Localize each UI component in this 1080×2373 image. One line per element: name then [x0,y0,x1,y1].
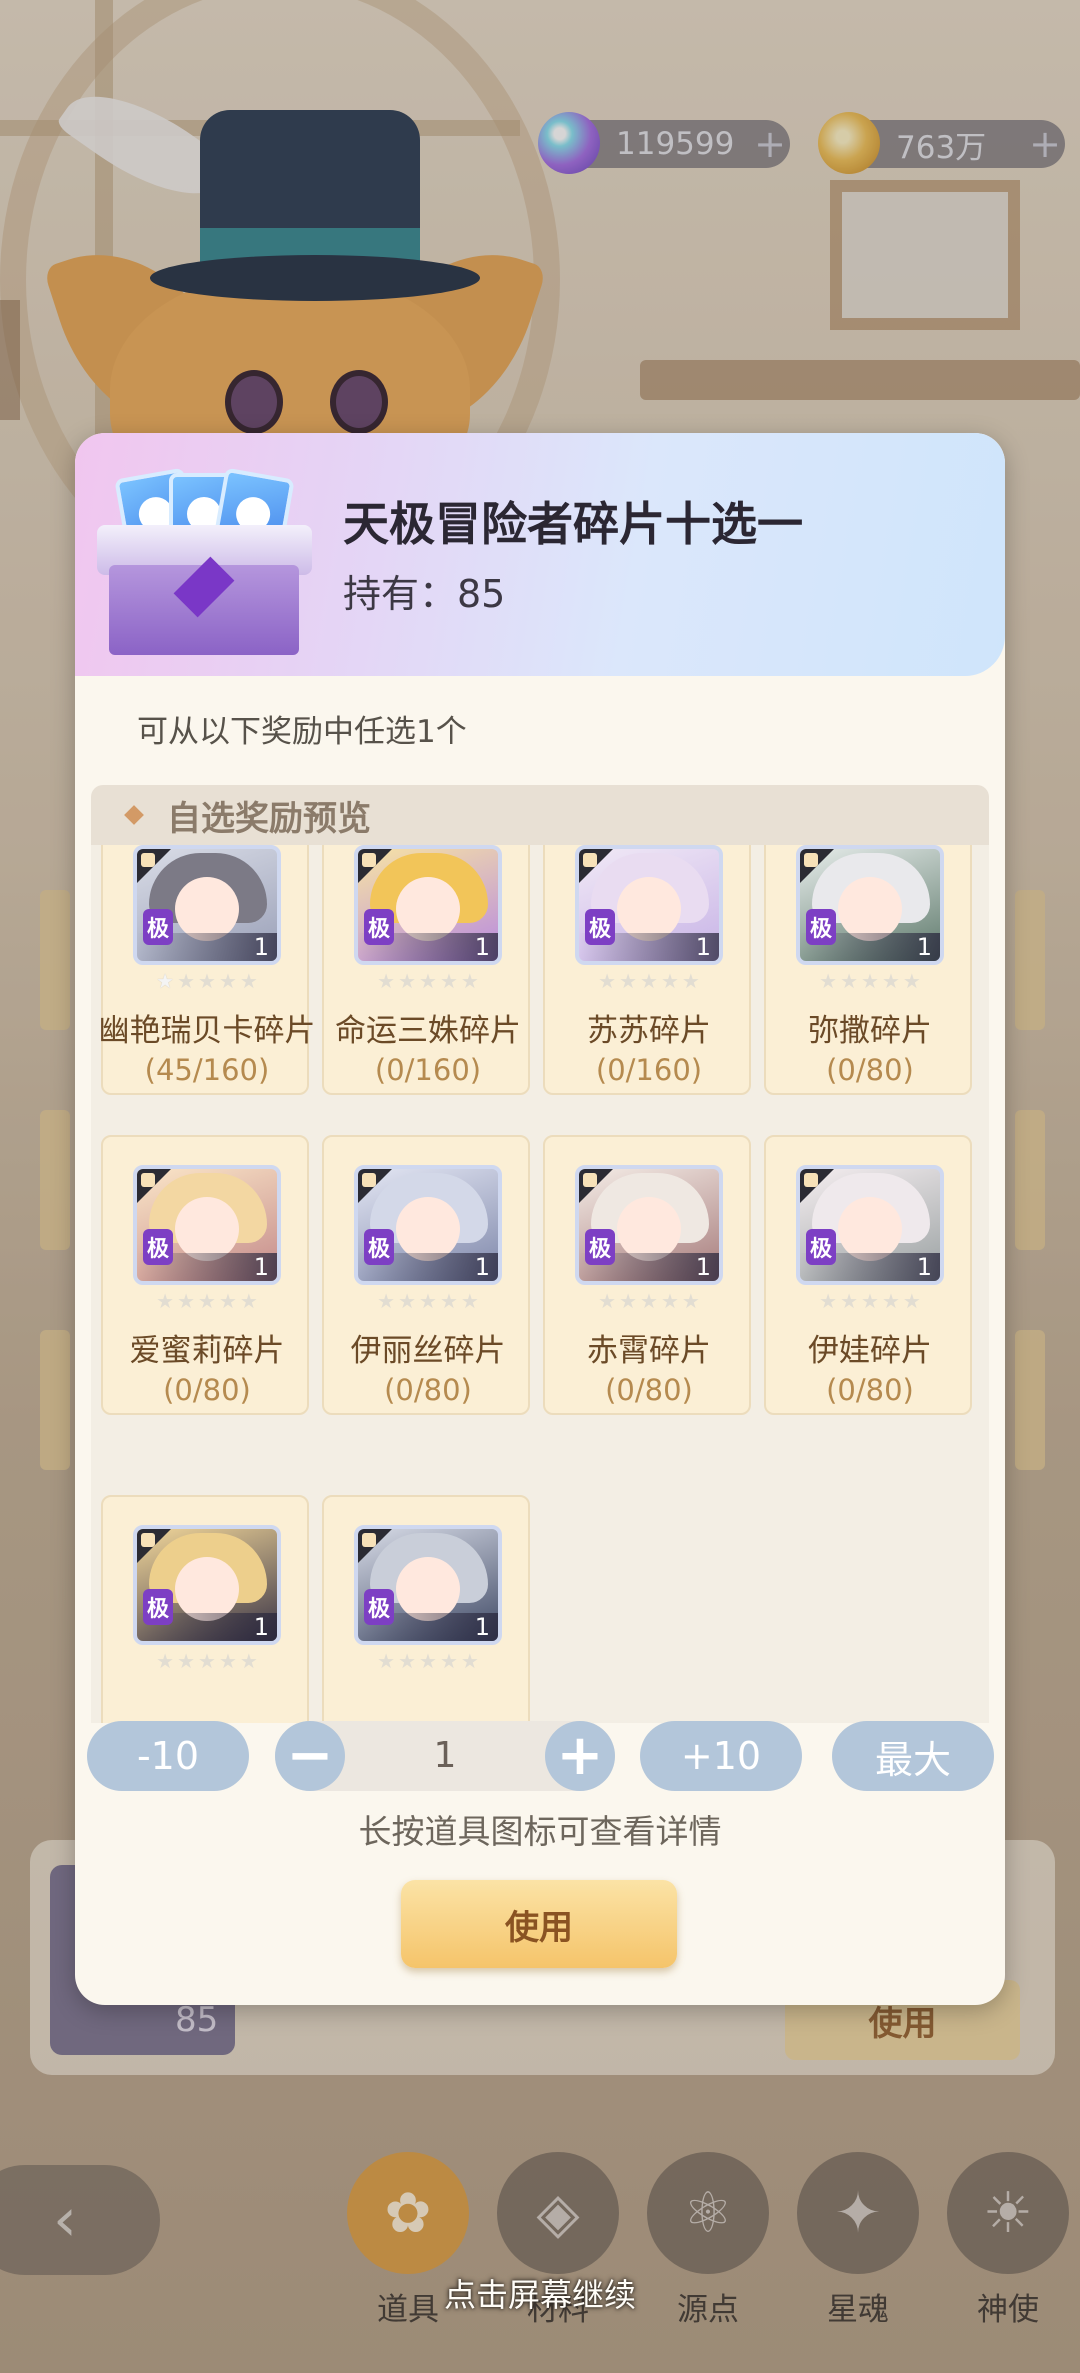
max-button[interactable]: 最大 [832,1721,994,1791]
tier-badge: 极 [364,1589,394,1625]
reward-name: 幽艳瑞贝卡碎片 [98,1013,316,1049]
reward-name: 伊丽丝碎片 [350,1333,506,1369]
star-rating: ★ ★ ★ ★ ★ [598,1289,700,1313]
plus-ten-button[interactable]: +10 [640,1721,802,1791]
reward-card[interactable]: 极 1 ★ ★ ★ ★ ★ 苏苏碎片 (0/160) [543,845,751,1095]
dialog-header: 天极冒险者碎片十选一 持有：85 [75,433,1005,676]
long-press-hint: 长按道具图标可查看详情 [358,1812,722,1851]
reward-progress: (0/160) [595,1053,703,1087]
reward-grid[interactable]: 极 1 ★ ★ ★ ★ ★ 幽艳瑞贝卡碎片 (45/160) 极 1 ★ ★ ★ ★ ★ 命运三… [91,845,989,1723]
diamond-icon [124,805,144,825]
minus-button[interactable]: − [275,1721,345,1791]
character-portrait: 极 1 [796,845,944,965]
tier-badge: 极 [806,909,836,945]
item-quantity: 1 [474,1253,490,1281]
item-quantity: 1 [253,1613,269,1641]
star-rating: ★ ★ ★ ★ ★ [377,969,479,993]
reward-progress: (0/80) [605,1373,693,1407]
character-portrait: 极 1 [575,845,723,965]
section-header: 自选奖励预览 [91,785,989,845]
tier-badge: 极 [585,1229,615,1265]
tier-badge: 极 [364,909,394,945]
reward-progress: (45/160) [144,1053,270,1087]
minus-ten-button[interactable]: -10 [87,1721,249,1791]
item-quantity: 1 [695,933,711,961]
tier-badge: 极 [806,1229,836,1265]
item-quantity: 1 [253,933,269,961]
tier-badge: 极 [585,909,615,945]
reward-card[interactable]: 极 1 ★ ★ ★ ★ ★ 赤霄碎片 (0/80) [543,1135,751,1415]
item-quantity: 1 [916,1253,932,1281]
reward-card[interactable]: 极 1 ★ ★ ★ ★ ★ 伊娃碎片 (0/80) [764,1135,972,1415]
character-portrait: 极 1 [575,1165,723,1285]
reward-card[interactable]: 极 1 ★ ★ ★ ★ ★ 爱蜜莉碎片 (0/80) [101,1135,309,1415]
use-button[interactable]: 使用 [401,1880,677,1968]
star-rating: ★ ★ ★ ★ ★ [156,1289,258,1313]
character-portrait: 极 1 [796,1165,944,1285]
quantity-value[interactable]: 1 [345,1721,545,1791]
reward-progress: (0/80) [163,1373,251,1407]
character-portrait: 极 1 [354,1525,502,1645]
dialog-description: 可从以下奖励中任选1个 [137,714,467,750]
gift-box-icon [97,467,312,655]
reward-card[interactable]: 极 1 ★ ★ ★ ★ ★ [322,1495,530,1723]
item-quantity: 1 [253,1253,269,1281]
star-rating: ★ ★ ★ ★ ★ [156,1649,258,1673]
star-rating: ★ ★ ★ ★ ★ [377,1289,479,1313]
reward-progress: (0/80) [384,1373,472,1407]
reward-card[interactable]: 极 1 ★ ★ ★ ★ ★ 命运三姝碎片 (0/160) [322,845,530,1095]
reward-progress: (0/160) [374,1053,482,1087]
character-portrait: 极 1 [133,845,281,965]
reward-progress: (0/80) [826,1053,914,1087]
owned-count: 持有：85 [343,572,506,616]
star-rating: ★ ★ ★ ★ ★ [377,1649,479,1673]
item-quantity: 1 [695,1253,711,1281]
reward-name: 弥撒碎片 [808,1013,932,1049]
tier-badge: 极 [143,909,173,945]
tier-badge: 极 [143,1229,173,1265]
item-quantity: 1 [474,933,490,961]
reward-card[interactable]: 极 1 ★ ★ ★ ★ ★ [101,1495,309,1723]
star-rating: ★ ★ ★ ★ ★ [598,969,700,993]
character-portrait: 极 1 [133,1525,281,1645]
tier-badge: 极 [364,1229,394,1265]
character-portrait: 极 1 [354,1165,502,1285]
dialog-title: 天极冒险者碎片十选一 [343,497,803,551]
reward-name: 苏苏碎片 [587,1013,711,1049]
star-rating: ★ ★ ★ ★ ★ [156,969,258,993]
reward-name: 伊娃碎片 [808,1333,932,1369]
character-portrait: 极 1 [133,1165,281,1285]
tap-to-continue-hint[interactable]: 点击屏幕继续 [0,2270,1080,2316]
section-title: 自选奖励预览 [167,798,371,839]
reward-name: 命运三姝碎片 [335,1013,521,1049]
reward-name: 爱蜜莉碎片 [129,1333,285,1369]
reward-card[interactable]: 极 1 ★ ★ ★ ★ ★ 弥撒碎片 (0/80) [764,845,972,1095]
quantity-stepper: − 1 + [275,1721,615,1791]
reward-card[interactable]: 极 1 ★ ★ ★ ★ ★ 幽艳瑞贝卡碎片 (45/160) [99,845,316,1095]
reward-progress: (0/80) [826,1373,914,1407]
star-rating: ★ ★ ★ ★ ★ [819,969,921,993]
reward-name: 赤霄碎片 [587,1333,711,1369]
item-quantity: 1 [474,1613,490,1641]
item-quantity: 1 [916,933,932,961]
character-portrait: 极 1 [354,845,502,965]
reward-card[interactable]: 极 1 ★ ★ ★ ★ ★ 伊丽丝碎片 (0/80) [322,1135,530,1415]
tier-badge: 极 [143,1589,173,1625]
plus-button[interactable]: + [545,1721,615,1791]
star-rating: ★ ★ ★ ★ ★ [819,1289,921,1313]
